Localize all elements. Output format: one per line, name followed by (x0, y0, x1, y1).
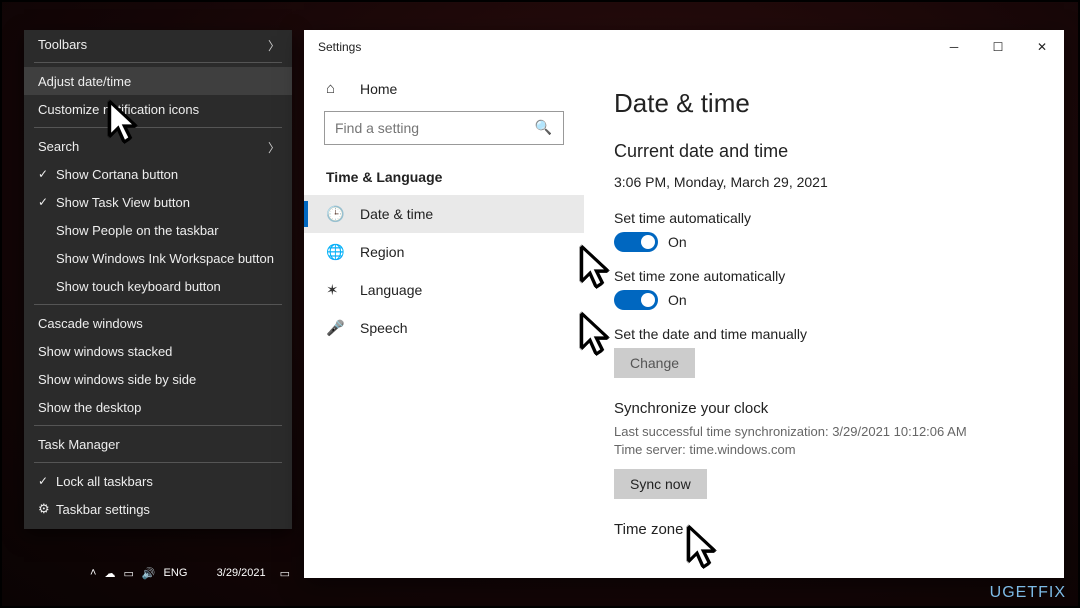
ctx-label: Show Cortana button (56, 167, 178, 182)
toggle-set-tz-auto[interactable] (614, 290, 658, 310)
ctx-item-show-touch-keyboard[interactable]: Show touch keyboard button (24, 272, 292, 300)
search-icon: 🔍 (535, 119, 552, 136)
settings-sidebar: ⌂ Home 🔍 Time & Language 🕒 Date & time 🌐… (304, 64, 584, 578)
check-icon: ✓ (38, 167, 56, 181)
onedrive-icon[interactable]: ☁ (104, 567, 115, 580)
nav-speech[interactable]: 🎤 Speech (304, 309, 584, 347)
ctx-item-toolbars[interactable]: Toolbars 〉 (24, 30, 292, 58)
toggle-state: On (668, 292, 687, 308)
taskbar-clock[interactable]: 3/29/2021 (217, 567, 266, 579)
ctx-item-show-cortana[interactable]: ✓ Show Cortana button (24, 160, 292, 188)
taskbar-date: 3/29/2021 (217, 567, 266, 579)
ctx-label: Lock all taskbars (56, 474, 153, 489)
ctx-label: Cascade windows (38, 316, 143, 331)
label-set-manual: Set the date and time manually (614, 326, 1034, 342)
volume-icon[interactable]: 🔊 (142, 567, 156, 580)
taskbar: ˄ ☁ ▭ 🔊 ENG 3/29/2021 ▭ (90, 558, 290, 588)
globe-icon: 🌐 (326, 243, 344, 261)
sync-now-button[interactable]: Sync now (614, 469, 707, 499)
check-icon: ✓ (38, 474, 56, 488)
gear-icon: ⚙ (38, 501, 56, 517)
language-icon: ✶ (326, 281, 344, 299)
nav-home[interactable]: ⌂ Home (304, 72, 584, 105)
label-set-tz-auto: Set time zone automatically (614, 268, 1034, 284)
close-button[interactable]: ✕ (1020, 32, 1064, 62)
titlebar: Settings ─ ☐ ✕ (304, 30, 1064, 64)
nav-label: Region (360, 244, 404, 260)
nav-label: Date & time (360, 206, 433, 222)
sync-last-line: Last successful time synchronization: 3/… (614, 423, 1034, 441)
home-icon: ⌂ (326, 80, 344, 97)
settings-content: Date & time Current date and time 3:06 P… (584, 64, 1064, 578)
ctx-item-show-stacked[interactable]: Show windows stacked (24, 337, 292, 365)
ctx-item-search[interactable]: Search 〉 (24, 132, 292, 160)
current-datetime-value: 3:06 PM, Monday, March 29, 2021 (614, 174, 1034, 190)
microphone-icon: 🎤 (326, 319, 344, 337)
ctx-label: Show Task View button (56, 195, 190, 210)
ctx-label: Show windows side by side (38, 372, 196, 387)
separator (34, 62, 282, 63)
watermark: UGETFIX (990, 584, 1066, 602)
label-timezone: Time zone (614, 521, 1034, 538)
separator (34, 462, 282, 463)
sync-server-line: Time server: time.windows.com (614, 441, 1034, 459)
change-button[interactable]: Change (614, 348, 695, 378)
ctx-item-adjust-date-time[interactable]: Adjust date/time (24, 67, 292, 95)
nav-label: Home (360, 81, 397, 97)
calendar-clock-icon: 🕒 (326, 205, 344, 223)
label-set-time-auto: Set time automatically (614, 210, 1034, 226)
ctx-item-show-side-by-side[interactable]: Show windows side by side (24, 365, 292, 393)
ctx-item-lock-taskbars[interactable]: ✓ Lock all taskbars (24, 467, 292, 495)
maximize-button[interactable]: ☐ (976, 32, 1020, 62)
chevron-up-icon[interactable]: ˄ (90, 567, 96, 579)
nav-label: Speech (360, 320, 407, 336)
label-sync-clock: Synchronize your clock (614, 400, 1034, 417)
ctx-label: Show windows stacked (38, 344, 172, 359)
ctx-label: Show touch keyboard button (56, 279, 221, 294)
check-icon: ✓ (38, 195, 56, 209)
ctx-item-taskbar-settings[interactable]: ⚙ Taskbar settings (24, 495, 292, 523)
nav-label: Language (360, 282, 422, 298)
ctx-label: Adjust date/time (38, 74, 131, 89)
taskbar-context-menu: Toolbars 〉 Adjust date/time Customize no… (24, 30, 292, 529)
ctx-item-customize-notification-icons[interactable]: Customize notification icons (24, 95, 292, 123)
ctx-item-show-task-view[interactable]: ✓ Show Task View button (24, 188, 292, 216)
nav-language[interactable]: ✶ Language (304, 271, 584, 309)
category-title: Time & Language (304, 155, 584, 195)
ctx-item-show-ink-workspace[interactable]: Show Windows Ink Workspace button (24, 244, 292, 272)
ctx-item-cascade-windows[interactable]: Cascade windows (24, 309, 292, 337)
ctx-item-show-people[interactable]: Show People on the taskbar (24, 216, 292, 244)
minimize-button[interactable]: ─ (932, 32, 976, 62)
ctx-label: Taskbar settings (56, 502, 150, 517)
ctx-item-task-manager[interactable]: Task Manager (24, 430, 292, 458)
nav-region[interactable]: 🌐 Region (304, 233, 584, 271)
settings-window: Settings ─ ☐ ✕ ⌂ Home 🔍 Time & Language … (304, 30, 1064, 578)
ctx-label: Customize notification icons (38, 102, 199, 117)
ctx-item-show-desktop[interactable]: Show the desktop (24, 393, 292, 421)
nav-date-time[interactable]: 🕒 Date & time (304, 195, 584, 233)
network-icon[interactable]: ▭ (123, 567, 133, 580)
window-title: Settings (318, 40, 361, 54)
toggle-set-time-auto[interactable] (614, 232, 658, 252)
ctx-label: Toolbars (38, 37, 87, 52)
ctx-label: Show the desktop (38, 400, 141, 415)
toggle-state: On (668, 234, 687, 250)
section-current-datetime: Current date and time (614, 141, 1034, 162)
action-center-icon[interactable]: ▭ (280, 567, 290, 580)
ctx-label: Show Windows Ink Workspace button (56, 251, 274, 266)
separator (34, 127, 282, 128)
ctx-label: Search (38, 139, 79, 154)
ctx-label: Task Manager (38, 437, 120, 452)
separator (34, 304, 282, 305)
chevron-right-icon: 〉 (268, 139, 280, 156)
chevron-right-icon: 〉 (268, 37, 280, 54)
separator (34, 425, 282, 426)
ctx-label: Show People on the taskbar (56, 223, 219, 238)
language-indicator[interactable]: ENG (164, 567, 188, 579)
search-input[interactable] (324, 111, 564, 145)
page-title: Date & time (614, 88, 1034, 119)
